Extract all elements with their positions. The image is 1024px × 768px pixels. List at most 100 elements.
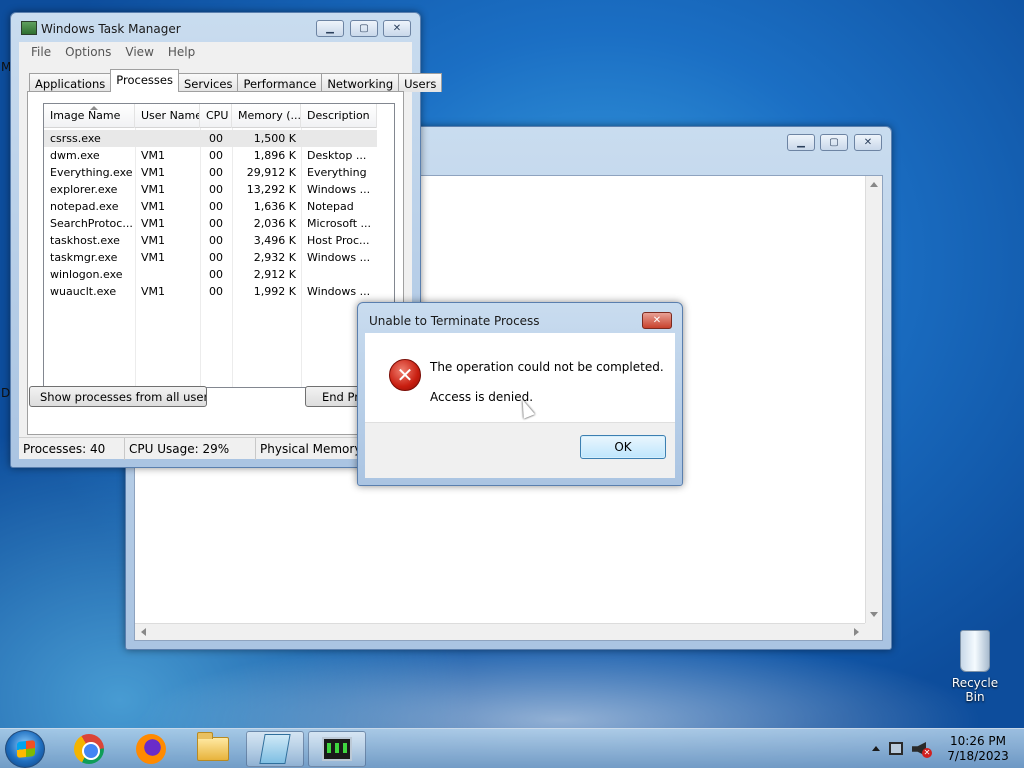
tab-services[interactable]: Services: [177, 73, 239, 92]
cell-user-name: VM1: [141, 234, 166, 247]
table-row[interactable]: taskhost.exe VM1 00 3,496 K Host Proc...: [44, 232, 377, 249]
column-user-name[interactable]: User Name: [135, 104, 200, 128]
dialog-close-button[interactable]: ✕: [642, 312, 672, 329]
taskbar-task-manager[interactable]: [308, 731, 366, 767]
bg-maximize-button[interactable]: ▢: [820, 134, 848, 151]
taskbar-notepad[interactable]: [246, 731, 304, 767]
table-row[interactable]: taskmgr.exe VM1 00 2,932 K Windows ...: [44, 249, 377, 266]
menu-view[interactable]: View: [119, 43, 159, 61]
show-all-processes-label: Show processes from all users: [40, 389, 207, 404]
chrome-icon: [74, 734, 104, 764]
cell-user-name: VM1: [141, 251, 166, 264]
table-row[interactable]: explorer.exe VM1 00 13,292 K Windows ...: [44, 181, 377, 198]
window-title: Windows Task Manager: [41, 22, 181, 36]
status-cpu-usage: CPU Usage: 29%: [125, 438, 256, 460]
tab-networking[interactable]: Networking: [321, 73, 400, 92]
close-icon: ✕: [392, 23, 402, 34]
scroll-right-icon[interactable]: [854, 628, 859, 636]
cell-user-name: [141, 130, 199, 147]
bg-horizontal-scrollbar[interactable]: [135, 623, 865, 640]
cell-description: Desktop ...: [307, 149, 367, 162]
volume-muted-icon: ✕: [922, 748, 932, 758]
cell-user-name: VM1: [141, 200, 166, 213]
maximize-icon: ▢: [359, 23, 369, 34]
table-row[interactable]: notepad.exe VM1 00 1,636 K Notepad: [44, 198, 377, 215]
cell-memory: 3,496 K: [253, 234, 296, 247]
table-row[interactable]: SearchProtoc... VM1 00 2,036 K Microsoft ...: [44, 215, 377, 232]
taskbar-explorer[interactable]: [184, 731, 242, 767]
recycle-bin-label: Recycle Bin: [951, 676, 999, 704]
firefox-icon: [136, 734, 166, 764]
clock[interactable]: 10:26 PM 7/18/2023: [942, 734, 1014, 764]
tab-users[interactable]: Users: [398, 73, 443, 92]
show-all-processes-button[interactable]: Show processes from all users: [29, 386, 207, 407]
task-manager-icon: [322, 737, 352, 761]
bg-minimize-button[interactable]: ▁: [787, 134, 815, 151]
scroll-up-icon[interactable]: [870, 182, 878, 187]
cell-image-name: Everything.exe: [50, 166, 133, 179]
scroll-down-icon[interactable]: [870, 612, 878, 617]
cell-cpu: 00: [209, 285, 223, 298]
menu-help[interactable]: Help: [162, 43, 201, 61]
dialog-title: Unable to Terminate Process: [369, 314, 540, 328]
maximize-icon: ▢: [829, 137, 839, 148]
tab-performance[interactable]: Performance: [237, 73, 323, 92]
windows-logo-icon: [17, 740, 35, 758]
cell-memory: 2,912 K: [253, 268, 296, 281]
column-memory[interactable]: Memory (...: [232, 104, 301, 128]
task-manager-icon: [21, 21, 37, 35]
bg-close-button[interactable]: ✕: [854, 134, 882, 151]
taskbar-firefox[interactable]: [122, 731, 180, 767]
network-icon[interactable]: [889, 742, 903, 755]
cell-description: Everything: [307, 166, 367, 179]
cell-user-name: VM1: [141, 183, 166, 196]
tab-applications[interactable]: Applications: [29, 73, 112, 92]
process-list-header: Image Name User Name CPU Memory (... Des…: [44, 104, 377, 128]
table-row[interactable]: Everything.exe VM1 00 29,912 K Everything: [44, 164, 377, 181]
cell-cpu: 00: [209, 217, 223, 230]
bg-vertical-scrollbar[interactable]: [865, 176, 882, 623]
tab-processes[interactable]: Processes: [110, 69, 179, 92]
cell-cpu: 00: [209, 200, 223, 213]
cell-cpu: 00: [209, 132, 223, 145]
table-row[interactable]: dwm.exe VM1 00 1,896 K Desktop ...: [44, 147, 377, 164]
cell-memory: 13,292 K: [246, 183, 296, 196]
table-row[interactable]: winlogon.exe 00 2,912 K: [44, 266, 377, 283]
cell-user-name: VM1: [141, 285, 166, 298]
taskbar-chrome[interactable]: [60, 731, 118, 767]
status-processes: Processes: 40: [19, 438, 125, 460]
clock-time: 10:26 PM: [950, 734, 1006, 748]
cell-description: Windows ...: [307, 285, 371, 298]
minimize-icon: ▁: [797, 137, 805, 148]
cell-image-name: taskhost.exe: [50, 234, 120, 247]
error-dialog[interactable]: Unable to Terminate Process ✕ ✕ The oper…: [357, 302, 683, 486]
close-icon: ✕: [863, 137, 873, 148]
menu-file[interactable]: File: [25, 43, 57, 61]
cell-image-name: dwm.exe: [50, 149, 100, 162]
cell-description: Microsoft ...: [307, 217, 372, 230]
start-button[interactable]: [5, 730, 45, 768]
table-row[interactable]: wuauclt.exe VM1 00 1,992 K Windows ...: [44, 283, 377, 300]
cell-image-name: explorer.exe: [50, 183, 118, 196]
maximize-button[interactable]: ▢: [350, 20, 378, 37]
show-hidden-icons-icon[interactable]: [872, 746, 880, 751]
table-row[interactable]: csrss.exe 00 1,500 K: [44, 130, 377, 147]
desktop-edge-char: D: [1, 386, 11, 400]
minimize-button[interactable]: ▁: [316, 20, 344, 37]
cell-image-name: winlogon.exe: [50, 268, 123, 281]
tab-strip: Applications Processes Services Performa…: [29, 69, 443, 92]
size-grip[interactable]: [865, 623, 882, 640]
recycle-bin[interactable]: Recycle Bin: [942, 630, 1008, 704]
cell-image-name: SearchProtoc...: [50, 217, 133, 230]
cell-memory: 2,932 K: [253, 251, 296, 264]
close-button[interactable]: ✕: [383, 20, 411, 37]
menu-options[interactable]: Options: [59, 43, 117, 61]
cell-memory: 1,636 K: [253, 200, 296, 213]
ok-button[interactable]: OK: [580, 435, 666, 459]
column-description[interactable]: Description: [301, 104, 377, 128]
scroll-left-icon[interactable]: [141, 628, 146, 636]
column-cpu[interactable]: CPU: [200, 104, 232, 128]
system-tray: ✕ 10:26 PM 7/18/2023: [864, 729, 1024, 768]
cell-cpu: 00: [209, 268, 223, 281]
process-list[interactable]: Image Name User Name CPU Memory (... Des…: [43, 103, 395, 388]
